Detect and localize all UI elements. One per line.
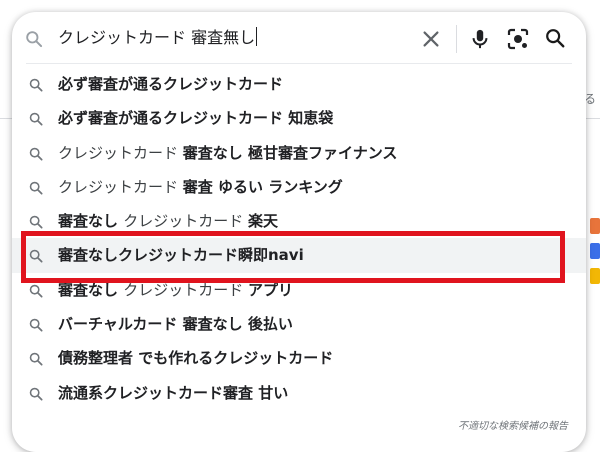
- background-thumbnail: [590, 268, 600, 284]
- suggestion-item[interactable]: 必ず審査が通るクレジットカード 知恵袋: [12, 101, 586, 135]
- mic-icon[interactable]: [469, 27, 491, 51]
- camera-lens-icon[interactable]: [506, 27, 530, 51]
- panel-divider: [26, 63, 572, 64]
- suggestion-item[interactable]: 必ず審査が通るクレジットカード: [12, 67, 586, 101]
- suggestion-text: クレジットカード 審査なし 極甘審査ファイナンス: [58, 143, 397, 163]
- search-icon: [29, 78, 43, 92]
- suggestion-text-part: バーチャルカード 審査なし 後払い: [58, 315, 293, 334]
- suggestion-text-part: 債務整理者 でも作れるクレジットカード: [58, 349, 334, 368]
- search-icon: [29, 181, 43, 195]
- suggestion-item[interactable]: クレジットカード 審査なし 極甘審査ファイナンス: [12, 136, 586, 170]
- suggestion-item[interactable]: 流通系クレジットカード審査 甘い: [12, 376, 586, 410]
- suggestion-item[interactable]: 債務整理者 でも作れるクレジットカード: [12, 341, 586, 375]
- suggestion-text-part: 必ず審査が通るクレジットカード 知恵袋: [58, 109, 334, 128]
- suggestion-text: 必ず審査が通るクレジットカード 知恵袋: [58, 108, 333, 128]
- search-bar: クレジットカード 審査無し: [12, 12, 586, 64]
- suggestion-text-part: 審査 ゆるい ランキング: [182, 177, 343, 196]
- suggestion-text-part: 楽天: [248, 212, 279, 231]
- suggestion-text: 債務整理者 でも作れるクレジットカード: [58, 348, 333, 368]
- suggestion-text: バーチャルカード 審査なし 後払い: [58, 314, 293, 334]
- search-query-text: クレジットカード 審査無し: [58, 28, 256, 47]
- suggestion-text-part: 審査なし: [58, 280, 124, 299]
- suggestion-text-part: 流通系クレジットカード審査 甘い: [58, 383, 289, 402]
- suggestion-item[interactable]: クレジットカード 審査 ゆるい ランキング: [12, 170, 586, 204]
- toolbar-separator: [456, 25, 457, 53]
- search-icon: [29, 147, 43, 161]
- suggestion-text: 流通系クレジットカード審査 甘い: [58, 383, 288, 403]
- search-input[interactable]: クレジットカード 審査無し: [58, 26, 258, 50]
- suggestion-text-part: クレジットカード: [58, 143, 183, 162]
- suggestion-text-part: アプリ: [248, 280, 294, 299]
- search-icon: [29, 113, 43, 126]
- suggestion-text: 必ず審査が通るクレジットカード: [58, 74, 283, 94]
- suggestion-item[interactable]: バーチャルカード 審査なし 後払い: [12, 307, 586, 341]
- background-thumbnail: [590, 243, 600, 259]
- background-thumbnail: [590, 218, 600, 234]
- search-icon: [29, 215, 43, 229]
- search-icon: [29, 387, 43, 401]
- annotation-highlight-box: [21, 231, 565, 283]
- search-button-icon[interactable]: [544, 27, 566, 49]
- report-suggestions-link[interactable]: 不適切な検索候補の報告: [458, 417, 568, 432]
- suggestion-text-part: 必ず審査が通るクレジットカード: [58, 75, 284, 93]
- suggestion-text-part: 審査なし: [58, 212, 124, 231]
- suggestion-text-part: 審査なし 極甘審査ファイナンス: [182, 143, 398, 162]
- text-caret: [256, 27, 258, 46]
- suggestion-text: クレジットカード 審査 ゆるい ランキング: [58, 177, 343, 197]
- search-icon: [29, 353, 43, 366]
- search-icon: [26, 31, 43, 48]
- suggestion-text: 審査なし クレジットカード 楽天: [58, 211, 278, 231]
- search-icon: [29, 284, 43, 298]
- suggestion-text-part: クレジットカード: [58, 177, 183, 196]
- suggestion-text-part: クレジットカード: [123, 280, 249, 299]
- close-icon[interactable]: [420, 28, 442, 50]
- search-icon: [29, 318, 43, 332]
- suggestion-text-part: クレジットカード: [123, 212, 249, 231]
